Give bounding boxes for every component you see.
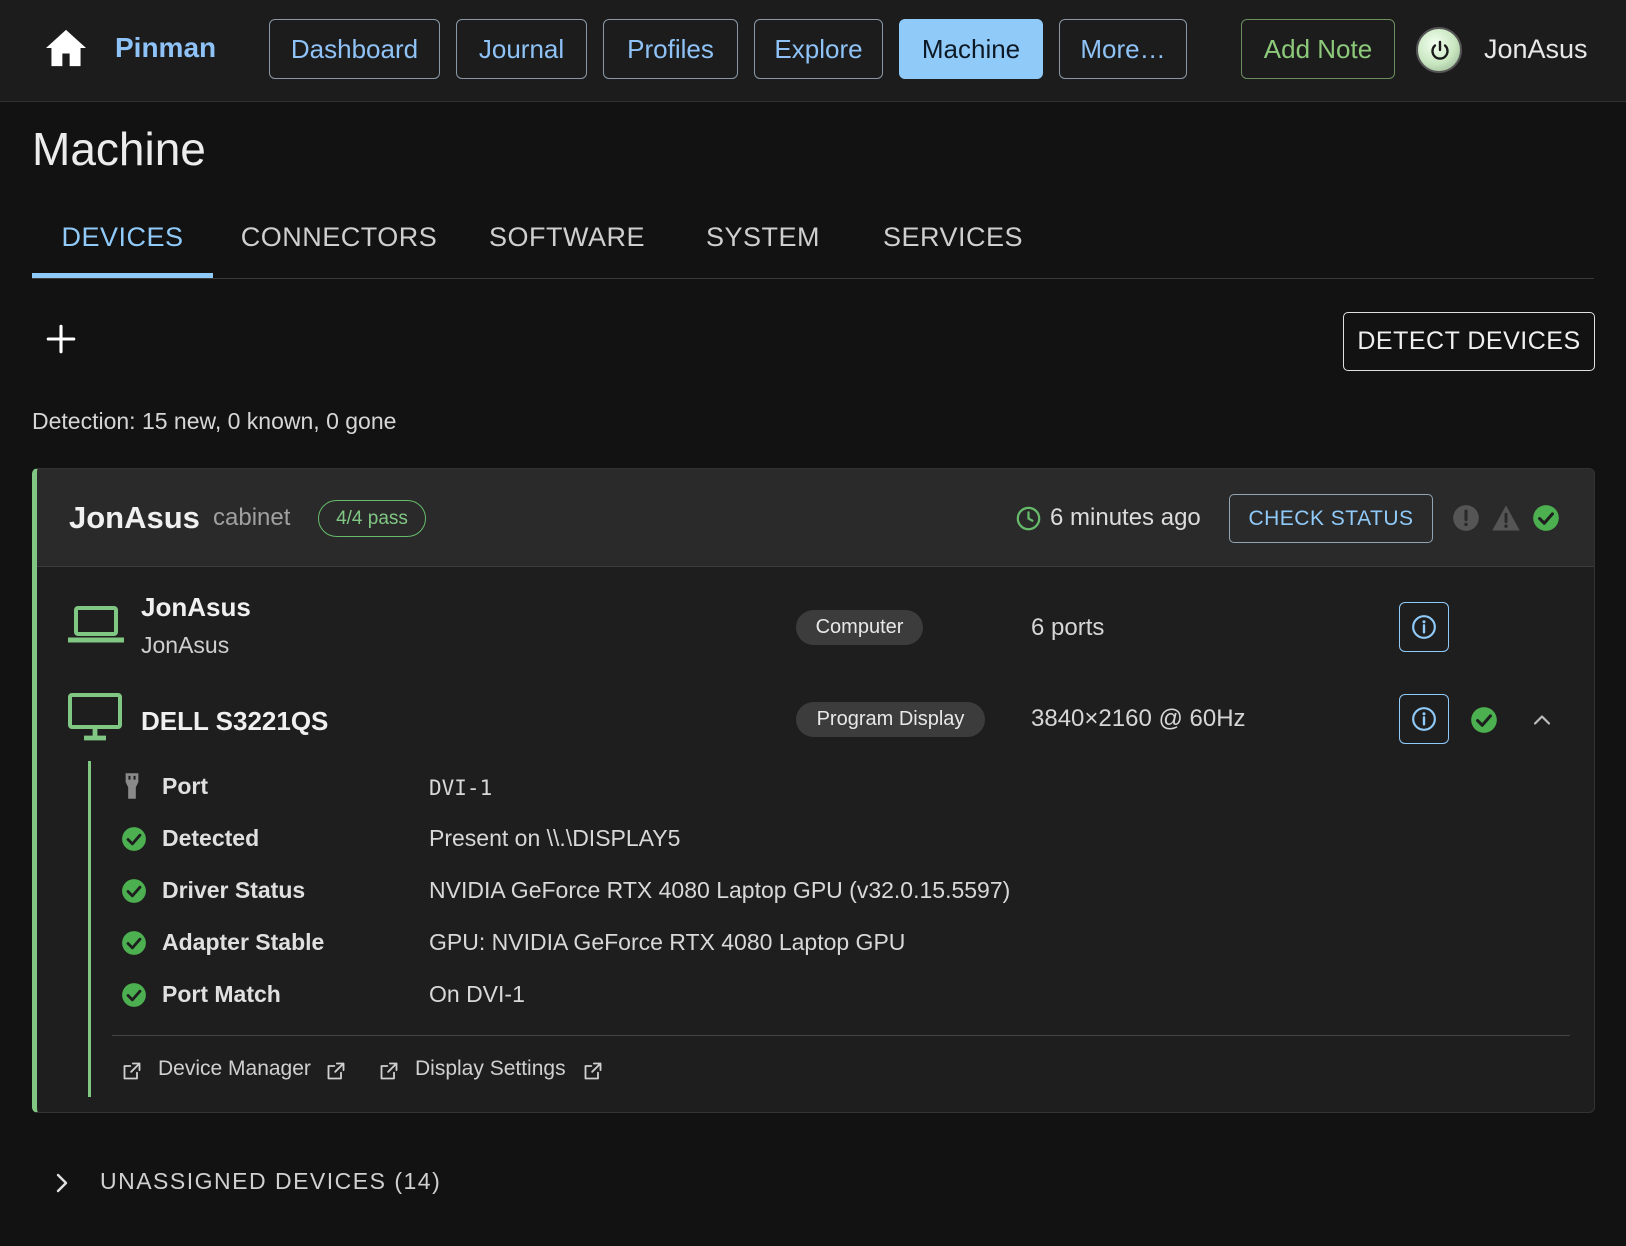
detection-summary: Detection: 15 new, 0 known, 0 gone <box>32 408 397 434</box>
external-link-icon[interactable] <box>326 1061 346 1081</box>
monitor-icon <box>68 693 122 741</box>
plus-icon[interactable] <box>44 322 78 356</box>
page-title: Machine <box>32 123 206 175</box>
check-circle-icon <box>122 983 146 1007</box>
clock-icon <box>1016 506 1041 531</box>
chevron-up-icon[interactable] <box>1530 708 1554 732</box>
display-settings-link[interactable]: Display Settings <box>415 1057 566 1081</box>
detail-label: Port Match <box>162 981 281 1007</box>
home-icon[interactable] <box>44 28 88 68</box>
external-link-icon[interactable] <box>122 1061 142 1081</box>
nav-explore[interactable]: Explore <box>754 19 883 79</box>
check-circle-icon[interactable] <box>1532 504 1560 532</box>
add-note-button[interactable]: Add Note <box>1241 19 1395 79</box>
top-bar: Pinman Dashboard Journal Profiles Explor… <box>0 0 1626 102</box>
detail-value: NVIDIA GeForce RTX 4080 Laptop GPU (v32.… <box>429 877 1011 903</box>
device-ports: 6 ports <box>1031 614 1105 641</box>
nav-profiles[interactable]: Profiles <box>603 19 738 79</box>
tab-bar: DEVICES CONNECTORS SOFTWARE SYSTEM SERVI… <box>32 196 1594 279</box>
pass-badge: 4/4 pass <box>318 500 426 537</box>
device-role-chip: Computer <box>796 610 923 645</box>
warning-icon[interactable] <box>1491 504 1521 532</box>
check-circle-icon <box>1471 707 1497 733</box>
tab-software[interactable]: SOFTWARE <box>489 196 645 279</box>
detail-value: GPU: NVIDIA GeForce RTX 4080 Laptop GPU <box>429 929 906 955</box>
tab-devices[interactable]: DEVICES <box>32 196 213 279</box>
power-icon <box>1431 40 1449 60</box>
tab-connectors[interactable]: CONNECTORS <box>241 196 437 279</box>
error-icon[interactable] <box>1452 504 1480 532</box>
detail-accent-bar <box>88 761 91 1097</box>
device-name[interactable]: JonAsus <box>141 592 251 623</box>
info-icon <box>1412 707 1436 731</box>
detail-value: On DVI-1 <box>429 981 525 1007</box>
detail-value: DVI-1 <box>429 776 493 800</box>
user-name[interactable]: JonAsus <box>1484 34 1588 65</box>
device-role-chip: Program Display <box>796 702 985 737</box>
external-link-icon[interactable] <box>583 1061 603 1081</box>
last-check-time: 6 minutes ago <box>1050 504 1201 531</box>
chevron-right-icon <box>56 1173 68 1193</box>
cabinet-location: cabinet <box>213 504 291 531</box>
device-resolution: 3840×2160 @ 60Hz <box>1031 705 1246 732</box>
check-circle-icon <box>122 931 146 955</box>
check-status-button[interactable]: CHECK STATUS <box>1229 494 1433 543</box>
app-brand[interactable]: Pinman <box>115 32 216 64</box>
tab-system[interactable]: SYSTEM <box>702 196 824 279</box>
cabinet-name: JonAsus <box>69 500 200 535</box>
check-circle-icon <box>122 827 146 851</box>
device-name[interactable]: DELL S3221QS <box>141 706 328 737</box>
info-icon <box>1412 615 1436 639</box>
tab-indicator <box>32 273 213 278</box>
power-button[interactable] <box>1416 27 1462 73</box>
detail-value: Present on \\.\DISPLAY5 <box>429 825 681 851</box>
nav-journal[interactable]: Journal <box>456 19 587 79</box>
detail-label: Port <box>162 773 208 799</box>
tab-services[interactable]: SERVICES <box>883 196 1023 279</box>
nav-more[interactable]: More… <box>1059 19 1187 79</box>
unassigned-devices-label: UNASSIGNED DEVICES (14) <box>100 1168 442 1194</box>
device-manager-link[interactable]: Device Manager <box>158 1057 311 1081</box>
nav-dashboard[interactable]: Dashboard <box>269 19 440 79</box>
device-info-button[interactable] <box>1399 602 1449 652</box>
device-info-button[interactable] <box>1399 694 1449 744</box>
plug-icon <box>125 773 139 799</box>
laptop-icon <box>68 606 124 643</box>
detail-label: Driver Status <box>162 877 306 903</box>
cabinet-header[interactable]: JonAsus cabinet 4/4 pass 6 minutes ago C… <box>37 469 1594 567</box>
external-link-icon[interactable] <box>379 1061 399 1081</box>
detect-devices-button[interactable]: DETECT DEVICES <box>1343 312 1595 371</box>
check-circle-icon <box>122 879 146 903</box>
cabinet-card: JonAsus cabinet 4/4 pass 6 minutes ago C… <box>32 468 1595 1113</box>
detail-divider <box>112 1035 1570 1036</box>
detail-label: Adapter Stable <box>162 929 325 955</box>
device-subtitle: JonAsus <box>141 632 230 658</box>
nav-machine[interactable]: Machine <box>899 19 1043 79</box>
detail-label: Detected <box>162 825 260 851</box>
